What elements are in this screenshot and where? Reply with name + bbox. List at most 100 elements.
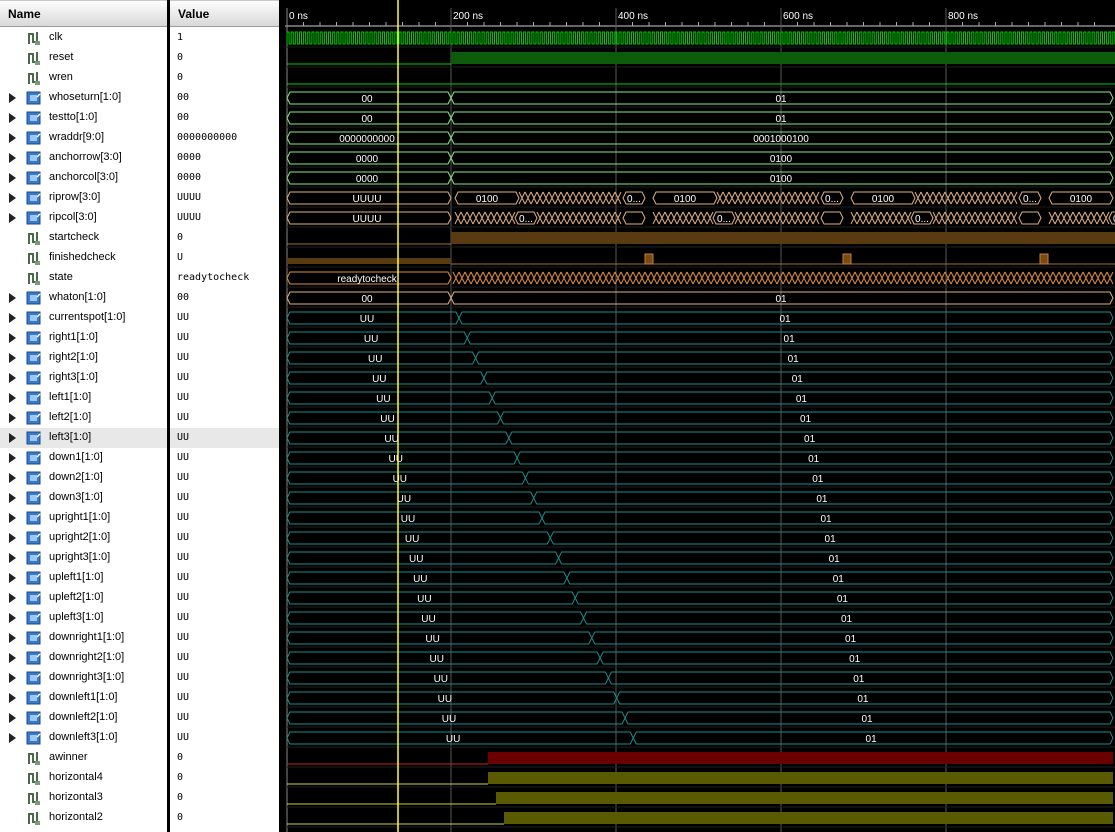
signal-row[interactable]: right3[1:0] bbox=[0, 368, 167, 388]
value-row[interactable]: 0000 bbox=[170, 148, 279, 168]
signal-row[interactable]: horizontal3 bbox=[0, 788, 167, 808]
value-row[interactable]: UU bbox=[170, 448, 279, 468]
signal-row[interactable]: down3[1:0] bbox=[0, 488, 167, 508]
expand-arrow-icon[interactable] bbox=[9, 613, 16, 623]
value-row[interactable]: UU bbox=[170, 508, 279, 528]
value-row[interactable]: 0 bbox=[170, 48, 279, 68]
signal-row[interactable]: downright2[1:0] bbox=[0, 648, 167, 668]
signal-row[interactable]: left2[1:0] bbox=[0, 408, 167, 428]
signal-row[interactable]: down2[1:0] bbox=[0, 468, 167, 488]
expand-arrow-icon[interactable] bbox=[9, 653, 16, 663]
expand-arrow-icon[interactable] bbox=[9, 193, 16, 203]
value-row[interactable]: 0 bbox=[170, 748, 279, 768]
value-row[interactable]: 0 bbox=[170, 68, 279, 88]
signal-row[interactable]: finishedcheck bbox=[0, 248, 167, 268]
signal-row[interactable]: downright1[1:0] bbox=[0, 628, 167, 648]
signal-row[interactable]: upleft2[1:0] bbox=[0, 588, 167, 608]
value-row[interactable]: UU bbox=[170, 568, 279, 588]
signal-row[interactable]: clk bbox=[0, 28, 167, 48]
expand-arrow-icon[interactable] bbox=[9, 513, 16, 523]
expand-arrow-icon[interactable] bbox=[9, 313, 16, 323]
signal-row[interactable]: awinner bbox=[0, 748, 167, 768]
expand-arrow-icon[interactable] bbox=[9, 593, 16, 603]
expand-arrow-icon[interactable] bbox=[9, 553, 16, 563]
value-row[interactable]: UUUU bbox=[170, 188, 279, 208]
value-row[interactable]: 0000000000 bbox=[170, 128, 279, 148]
expand-arrow-icon[interactable] bbox=[9, 293, 16, 303]
value-row[interactable]: 1 bbox=[170, 28, 279, 48]
signal-row[interactable]: right2[1:0] bbox=[0, 348, 167, 368]
signal-row[interactable]: ripcol[3:0] bbox=[0, 208, 167, 228]
signal-row[interactable]: upleft1[1:0] bbox=[0, 568, 167, 588]
signal-row[interactable]: testto[1:0] bbox=[0, 108, 167, 128]
value-row[interactable]: UU bbox=[170, 388, 279, 408]
expand-arrow-icon[interactable] bbox=[9, 333, 16, 343]
expand-arrow-icon[interactable] bbox=[9, 473, 16, 483]
signal-row[interactable]: reset bbox=[0, 48, 167, 68]
signal-row[interactable]: upright1[1:0] bbox=[0, 508, 167, 528]
value-row[interactable]: UU bbox=[170, 348, 279, 368]
signal-row[interactable]: riprow[3:0] bbox=[0, 188, 167, 208]
expand-arrow-icon[interactable] bbox=[9, 733, 16, 743]
value-row[interactable]: UU bbox=[170, 328, 279, 348]
expand-arrow-icon[interactable] bbox=[9, 393, 16, 403]
value-column-header[interactable]: Value bbox=[170, 0, 279, 27]
value-row[interactable]: UU bbox=[170, 368, 279, 388]
signal-row[interactable]: horizontal2 bbox=[0, 808, 167, 828]
expand-arrow-icon[interactable] bbox=[9, 113, 16, 123]
expand-arrow-icon[interactable] bbox=[9, 133, 16, 143]
value-row[interactable]: UU bbox=[170, 668, 279, 688]
value-row[interactable]: UU bbox=[170, 428, 279, 448]
expand-arrow-icon[interactable] bbox=[9, 93, 16, 103]
expand-arrow-icon[interactable] bbox=[9, 633, 16, 643]
expand-arrow-icon[interactable] bbox=[9, 353, 16, 363]
value-row[interactable]: UU bbox=[170, 688, 279, 708]
signal-row[interactable]: horizontal4 bbox=[0, 768, 167, 788]
value-row[interactable]: UU bbox=[170, 728, 279, 748]
signal-row[interactable]: downleft1[1:0] bbox=[0, 688, 167, 708]
value-row[interactable]: UU bbox=[170, 548, 279, 568]
signal-row[interactable]: downleft2[1:0] bbox=[0, 708, 167, 728]
signal-row[interactable]: anchorrow[3:0] bbox=[0, 148, 167, 168]
value-row[interactable]: 0 bbox=[170, 768, 279, 788]
signal-row[interactable]: downleft3[1:0] bbox=[0, 728, 167, 748]
value-row[interactable]: UUUU bbox=[170, 208, 279, 228]
signal-row[interactable]: right1[1:0] bbox=[0, 328, 167, 348]
expand-arrow-icon[interactable] bbox=[9, 213, 16, 223]
expand-arrow-icon[interactable] bbox=[9, 533, 16, 543]
expand-arrow-icon[interactable] bbox=[9, 453, 16, 463]
name-column-header[interactable]: Name bbox=[0, 0, 167, 27]
signal-row[interactable]: currentspot[1:0] bbox=[0, 308, 167, 328]
expand-arrow-icon[interactable] bbox=[9, 153, 16, 163]
value-row[interactable]: 00 bbox=[170, 288, 279, 308]
signal-row[interactable]: anchorcol[3:0] bbox=[0, 168, 167, 188]
value-row[interactable]: UU bbox=[170, 708, 279, 728]
signal-row[interactable]: upleft3[1:0] bbox=[0, 608, 167, 628]
waveform-area[interactable]: 0 ns 200 ns 400 ns 600 ns 800 ns00 0100 010000… bbox=[285, 0, 1115, 832]
signal-row[interactable]: downright3[1:0] bbox=[0, 668, 167, 688]
value-row[interactable]: UU bbox=[170, 488, 279, 508]
expand-arrow-icon[interactable] bbox=[9, 433, 16, 443]
value-row[interactable]: 0 bbox=[170, 228, 279, 248]
signal-row[interactable]: upright3[1:0] bbox=[0, 548, 167, 568]
value-row[interactable]: 00 bbox=[170, 108, 279, 128]
signal-row[interactable]: wren bbox=[0, 68, 167, 88]
expand-arrow-icon[interactable] bbox=[9, 673, 16, 683]
value-row[interactable]: UU bbox=[170, 628, 279, 648]
signal-row[interactable]: startcheck bbox=[0, 228, 167, 248]
value-row[interactable]: readytocheck bbox=[170, 268, 279, 288]
value-row[interactable]: 0 bbox=[170, 808, 279, 828]
value-row[interactable]: UU bbox=[170, 588, 279, 608]
signal-row[interactable]: upright2[1:0] bbox=[0, 528, 167, 548]
signal-row[interactable]: whoseturn[1:0] bbox=[0, 88, 167, 108]
value-row[interactable]: 0 bbox=[170, 788, 279, 808]
expand-arrow-icon[interactable] bbox=[9, 573, 16, 583]
expand-arrow-icon[interactable] bbox=[9, 693, 16, 703]
value-row[interactable]: 00 bbox=[170, 88, 279, 108]
value-row[interactable]: UU bbox=[170, 648, 279, 668]
signal-row[interactable]: wraddr[9:0] bbox=[0, 128, 167, 148]
expand-arrow-icon[interactable] bbox=[9, 493, 16, 503]
expand-arrow-icon[interactable] bbox=[9, 713, 16, 723]
value-row[interactable]: 0000 bbox=[170, 168, 279, 188]
signal-row[interactable]: state bbox=[0, 268, 167, 288]
